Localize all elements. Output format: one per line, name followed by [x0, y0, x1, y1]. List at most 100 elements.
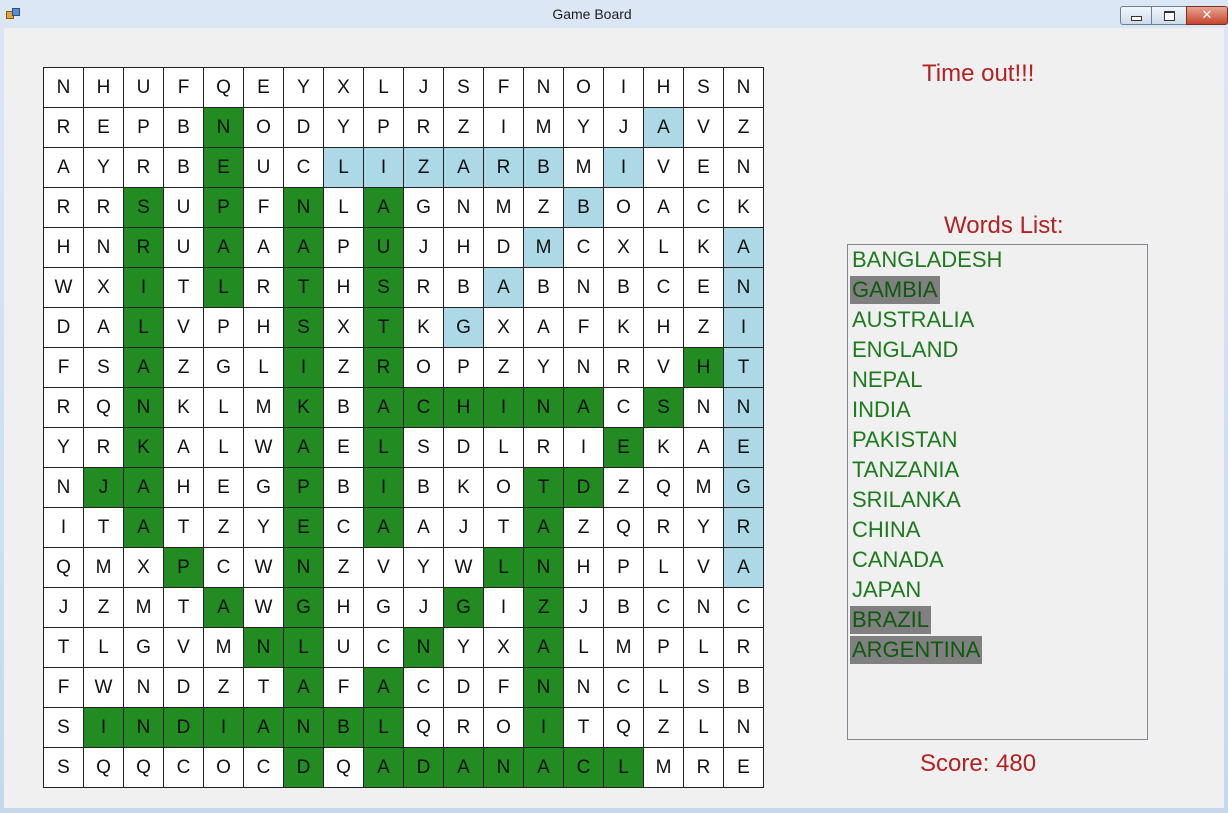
grid-cell[interactable]: N: [404, 628, 444, 668]
grid-cell[interactable]: H: [164, 468, 204, 508]
grid-cell[interactable]: L: [124, 308, 164, 348]
grid-cell[interactable]: H: [644, 308, 684, 348]
grid-cell[interactable]: L: [644, 228, 684, 268]
grid-cell[interactable]: G: [364, 588, 404, 628]
grid-cell[interactable]: G: [404, 188, 444, 228]
grid-cell[interactable]: Z: [724, 108, 764, 148]
grid-cell[interactable]: N: [44, 68, 84, 108]
grid-cell[interactable]: E: [724, 748, 764, 788]
grid-cell[interactable]: O: [484, 708, 524, 748]
grid-cell[interactable]: R: [724, 628, 764, 668]
grid-cell[interactable]: I: [124, 268, 164, 308]
grid-cell[interactable]: N: [84, 228, 124, 268]
grid-cell[interactable]: D: [164, 668, 204, 708]
grid-cell[interactable]: A: [444, 748, 484, 788]
grid-cell[interactable]: N: [124, 668, 164, 708]
close-button[interactable]: ✕: [1186, 6, 1228, 25]
grid-cell[interactable]: T: [44, 628, 84, 668]
word-list-item[interactable]: CHINA: [850, 516, 922, 544]
grid-cell[interactable]: C: [164, 748, 204, 788]
grid-cell[interactable]: U: [124, 68, 164, 108]
grid-cell[interactable]: F: [564, 308, 604, 348]
grid-cell[interactable]: S: [44, 748, 84, 788]
grid-cell[interactable]: L: [324, 188, 364, 228]
grid-cell[interactable]: S: [44, 708, 84, 748]
word-list-item[interactable]: ENGLAND: [850, 336, 960, 364]
grid-cell[interactable]: J: [604, 108, 644, 148]
grid-cell[interactable]: Q: [324, 748, 364, 788]
grid-cell[interactable]: N: [284, 708, 324, 748]
grid-cell[interactable]: I: [204, 708, 244, 748]
grid-cell[interactable]: M: [644, 748, 684, 788]
grid-cell[interactable]: B: [604, 588, 644, 628]
grid-cell[interactable]: C: [724, 588, 764, 628]
grid-cell[interactable]: A: [124, 468, 164, 508]
grid-cell[interactable]: N: [724, 708, 764, 748]
grid-cell[interactable]: Z: [84, 588, 124, 628]
grid-cell[interactable]: L: [364, 708, 404, 748]
grid-cell[interactable]: D: [44, 308, 84, 348]
grid-cell[interactable]: H: [324, 268, 364, 308]
grid-cell[interactable]: Q: [84, 748, 124, 788]
grid-cell[interactable]: M: [84, 548, 124, 588]
grid-cell[interactable]: E: [724, 428, 764, 468]
grid-cell[interactable]: H: [444, 228, 484, 268]
grid-cell[interactable]: E: [324, 428, 364, 468]
grid-cell[interactable]: R: [244, 268, 284, 308]
grid-cell[interactable]: A: [364, 508, 404, 548]
word-list-item[interactable]: GAMBIA: [850, 276, 940, 304]
grid-cell[interactable]: K: [644, 428, 684, 468]
grid-cell[interactable]: Z: [404, 148, 444, 188]
grid-cell[interactable]: L: [204, 388, 244, 428]
grid-cell[interactable]: C: [604, 388, 644, 428]
grid-cell[interactable]: O: [244, 108, 284, 148]
grid-cell[interactable]: E: [604, 428, 644, 468]
grid-cell[interactable]: D: [284, 108, 324, 148]
grid-cell[interactable]: L: [684, 628, 724, 668]
grid-cell[interactable]: M: [204, 628, 244, 668]
grid-cell[interactable]: S: [124, 188, 164, 228]
maximize-button[interactable]: [1151, 6, 1187, 25]
grid-cell[interactable]: K: [404, 308, 444, 348]
grid-cell[interactable]: H: [564, 548, 604, 588]
grid-cell[interactable]: R: [524, 428, 564, 468]
grid-cell[interactable]: B: [324, 388, 364, 428]
grid-cell[interactable]: D: [284, 748, 324, 788]
grid-cell[interactable]: E: [244, 68, 284, 108]
grid-cell[interactable]: G: [204, 348, 244, 388]
grid-cell[interactable]: L: [484, 428, 524, 468]
grid-cell[interactable]: I: [364, 148, 404, 188]
grid-cell[interactable]: V: [164, 308, 204, 348]
grid-cell[interactable]: N: [564, 268, 604, 308]
grid-cell[interactable]: C: [324, 508, 364, 548]
grid-cell[interactable]: N: [524, 668, 564, 708]
grid-cell[interactable]: A: [204, 228, 244, 268]
grid-cell[interactable]: N: [284, 548, 324, 588]
grid-cell[interactable]: M: [604, 628, 644, 668]
grid-cell[interactable]: Q: [644, 468, 684, 508]
grid-cell[interactable]: A: [364, 668, 404, 708]
grid-cell[interactable]: T: [524, 468, 564, 508]
grid-cell[interactable]: P: [164, 548, 204, 588]
word-list-item[interactable]: CANADA: [850, 546, 946, 574]
grid-cell[interactable]: N: [724, 68, 764, 108]
grid-cell[interactable]: Z: [324, 548, 364, 588]
grid-cell[interactable]: C: [364, 628, 404, 668]
word-list-item[interactable]: NEPAL: [850, 366, 925, 394]
grid-cell[interactable]: A: [724, 228, 764, 268]
grid-cell[interactable]: T: [164, 268, 204, 308]
grid-cell[interactable]: J: [404, 68, 444, 108]
grid-cell[interactable]: Q: [604, 708, 644, 748]
grid-cell[interactable]: R: [724, 508, 764, 548]
grid-cell[interactable]: X: [484, 308, 524, 348]
grid-cell[interactable]: L: [364, 68, 404, 108]
grid-cell[interactable]: N: [564, 348, 604, 388]
grid-cell[interactable]: E: [204, 148, 244, 188]
grid-cell[interactable]: B: [724, 668, 764, 708]
grid-cell[interactable]: V: [364, 548, 404, 588]
grid-cell[interactable]: C: [604, 668, 644, 708]
grid-cell[interactable]: M: [564, 148, 604, 188]
grid-cell[interactable]: N: [724, 388, 764, 428]
grid-cell[interactable]: A: [524, 308, 564, 348]
word-list-item[interactable]: SRILANKA: [850, 486, 963, 514]
